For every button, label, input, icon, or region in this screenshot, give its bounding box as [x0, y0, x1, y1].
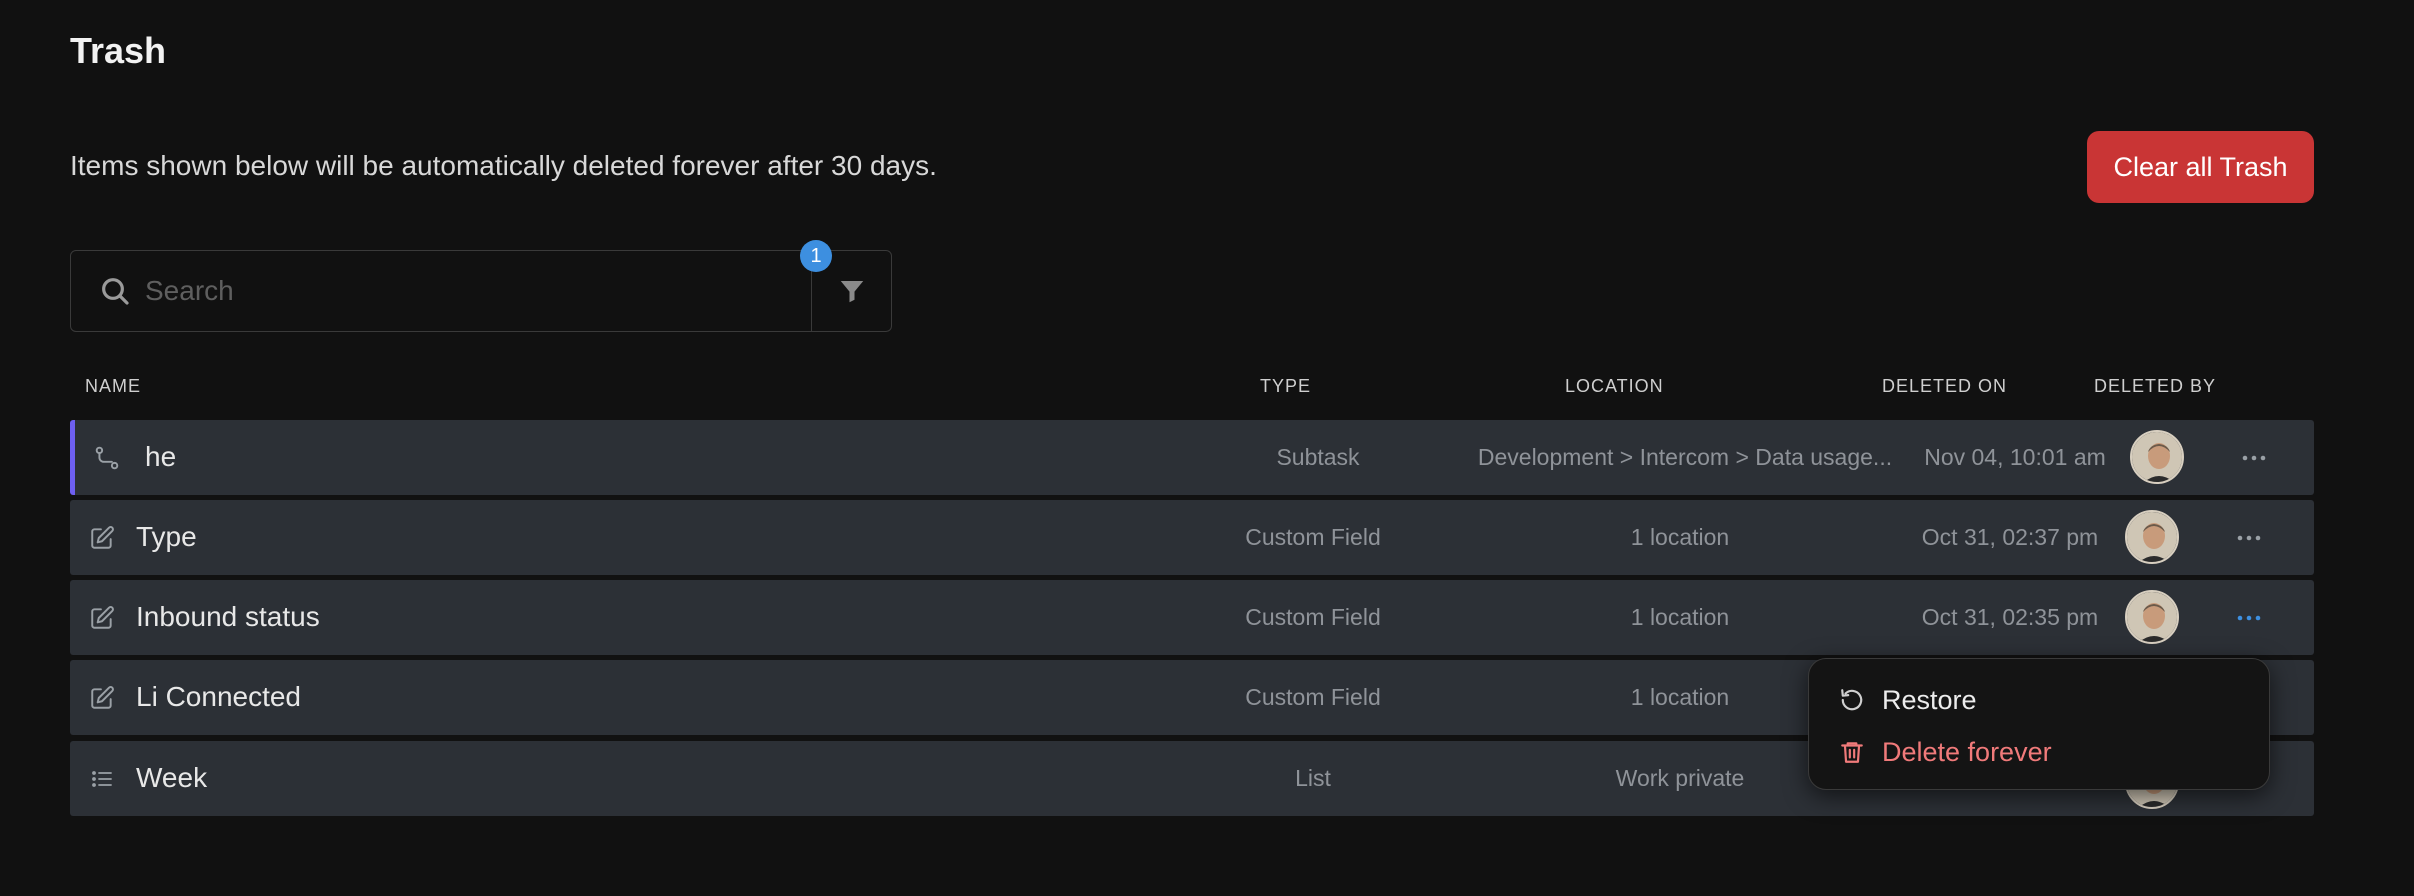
table-row[interactable]: he Subtask Development > Intercom > Data…	[70, 420, 2314, 495]
restore-label: Restore	[1882, 684, 1977, 715]
column-header-location[interactable]: LOCATION	[1565, 376, 1664, 397]
restore-menu-item[interactable]: Restore	[1838, 680, 1977, 720]
avatar	[2125, 510, 2179, 564]
avatar	[2130, 430, 2184, 484]
avatar	[2125, 590, 2179, 644]
row-name: Li Connected	[136, 681, 302, 712]
edit-icon	[88, 684, 116, 712]
row-name: he	[145, 441, 177, 472]
row-name: Inbound status	[136, 601, 320, 632]
more-options-icon[interactable]	[2229, 518, 2269, 558]
search-input[interactable]	[145, 261, 811, 321]
retention-notice: Items shown below will be automatically …	[70, 150, 937, 181]
subtask-icon	[93, 444, 121, 472]
filter-icon	[837, 276, 867, 306]
table-row[interactable]: Type Custom Field 1 location Oct 31, 02:…	[70, 500, 2314, 575]
edit-icon	[88, 604, 116, 632]
clear-all-trash-button[interactable]: Clear all Trash	[2087, 131, 2314, 203]
search-bar	[70, 250, 892, 332]
row-name: Week	[136, 762, 208, 793]
table-row[interactable]: Inbound status Custom Field 1 location O…	[70, 580, 2314, 655]
filter-count-badge: 1	[800, 240, 832, 272]
edit-icon	[88, 524, 116, 552]
delete-forever-menu-item[interactable]: Delete forever	[1838, 732, 2052, 772]
delete-forever-label: Delete forever	[1882, 736, 2052, 767]
list-icon	[88, 765, 116, 793]
page-title: Trash	[70, 30, 167, 71]
more-options-icon[interactable]	[2234, 438, 2274, 478]
restore-icon	[1838, 686, 1866, 714]
column-header-name[interactable]: NAME	[85, 376, 141, 397]
column-header-type[interactable]: TYPE	[1260, 376, 1311, 397]
search-icon	[99, 275, 131, 307]
column-header-deleted-by[interactable]: DELETED BY	[2094, 376, 2216, 397]
trash-page: Trash Items shown below will be automati…	[0, 0, 2414, 896]
column-header-deleted-on[interactable]: DELETED ON	[1882, 376, 2007, 397]
more-options-icon[interactable]	[2229, 598, 2269, 638]
row-name: Type	[136, 521, 197, 552]
trash-icon	[1838, 738, 1866, 766]
